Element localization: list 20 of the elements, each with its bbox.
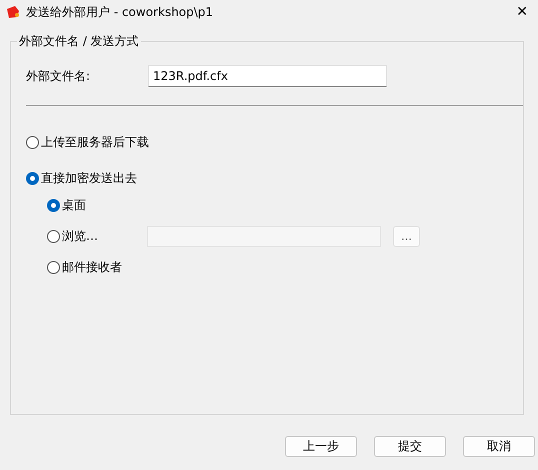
field-label: 外部文件名: (26, 68, 92, 84)
browse-button[interactable]: … (393, 226, 420, 246)
radio-button[interactable] (26, 136, 39, 148)
option-label: 桌面 (62, 196, 86, 214)
option-label: 直接加密发送出去 (41, 170, 137, 186)
close-button[interactable]: ✕ (512, 4, 532, 20)
dialog-button[interactable]: 取消 (463, 436, 535, 457)
radio-button[interactable] (26, 172, 39, 184)
radio-button[interactable] (47, 198, 60, 212)
group-title: 外部文件名 / 发送方式 (17, 33, 141, 50)
option-label: 上传至服务器后下载 (41, 134, 149, 150)
radio-button[interactable] (47, 230, 60, 242)
window-title: 发送给外部用户 - coworkshop\p1 (26, 4, 214, 20)
app-icon (6, 5, 20, 19)
dialog-button[interactable]: 提交 (374, 436, 446, 457)
option-label: 浏览… (62, 228, 98, 244)
option-label: 邮件接收者 (62, 258, 122, 276)
filename-field[interactable]: 123R.pdf.cfx (148, 65, 387, 87)
dialog-button[interactable]: 上一步 (285, 436, 357, 457)
radio-button[interactable] (47, 260, 60, 274)
